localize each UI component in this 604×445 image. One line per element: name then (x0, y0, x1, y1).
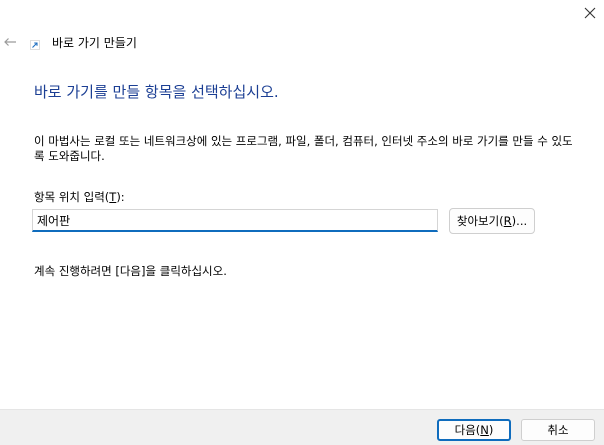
continue-instruction: 계속 진행하려면 [다음]을 클릭하십시오. (34, 264, 227, 278)
browse-button[interactable]: 찾아보기(R)... (449, 208, 535, 234)
wizard-title: 바로 가기 만들기 (52, 36, 137, 50)
wizard-description: 이 마법사는 로컬 또는 네트워크상에 있는 프로그램, 파일, 폴더, 컴퓨터… (34, 134, 573, 163)
location-input[interactable] (32, 209, 438, 232)
browse-label-prefix: 찾아보기( (456, 214, 504, 228)
page-heading: 바로 가기를 만들 항목을 선택하십시오. (34, 83, 279, 101)
next-button[interactable]: 다음(N) (437, 419, 511, 441)
back-arrow-icon (4, 38, 16, 46)
location-label-prefix: 항목 위치 입력( (34, 190, 110, 204)
location-label: 항목 위치 입력(T): (34, 190, 125, 205)
next-label-suffix: ) (488, 423, 494, 437)
shortcut-wizard-icon (30, 40, 40, 50)
back-button[interactable] (0, 32, 20, 52)
close-button[interactable] (576, 0, 604, 26)
button-bar: 다음(N) 취소 (0, 409, 604, 445)
browse-label-mnemonic: R (503, 214, 512, 228)
create-shortcut-window: 바로 가기 만들기 바로 가기를 만들 항목을 선택하십시오. 이 마법사는 로… (0, 0, 604, 445)
location-label-suffix: ): (116, 190, 125, 204)
close-icon (584, 7, 596, 19)
cancel-button[interactable]: 취소 (521, 419, 595, 441)
next-label-prefix: 다음( (454, 423, 481, 437)
browse-label-suffix: )... (511, 214, 528, 228)
next-label-mnemonic: N (480, 423, 489, 437)
